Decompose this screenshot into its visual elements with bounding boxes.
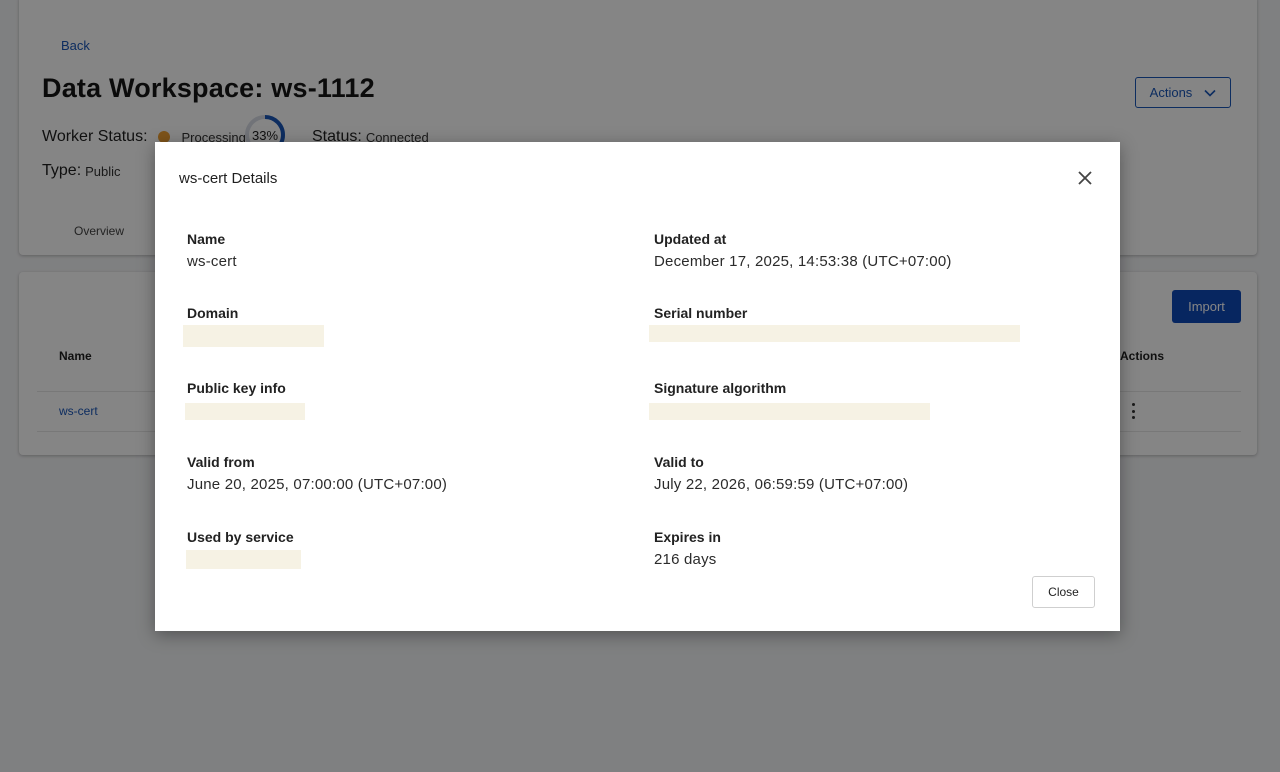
field-signature-algorithm: Signature algorithm — [654, 380, 1094, 396]
field-label: Expires in — [654, 529, 721, 545]
field-name: Name ws-cert — [187, 231, 627, 270]
field-public-key-info: Public key info — [187, 380, 627, 396]
close-button[interactable]: Close — [1032, 576, 1095, 608]
field-label: Public key info — [187, 380, 286, 396]
redacted-serial-number-value — [649, 325, 1020, 342]
modal-title: ws-cert Details — [179, 170, 278, 187]
field-label: Valid from — [187, 454, 255, 470]
field-valid-from: Valid from June 20, 2025, 07:00:00 (UTC+… — [187, 454, 627, 493]
certificate-details-modal: ws-cert Details Name ws-cert Domain Publ… — [155, 142, 1120, 631]
redacted-used-by-value — [186, 550, 301, 569]
field-value: ws-cert — [187, 253, 237, 270]
redacted-signature-algorithm-value — [649, 403, 930, 420]
field-label: Signature algorithm — [654, 380, 787, 396]
field-label: Valid to — [654, 454, 704, 470]
field-label: Name — [187, 231, 226, 247]
close-icon[interactable] — [1075, 168, 1095, 188]
field-value: June 20, 2025, 07:00:00 (UTC+07:00) — [187, 476, 448, 493]
field-domain: Domain — [187, 305, 627, 321]
redacted-domain-value — [183, 325, 324, 347]
field-label: Updated at — [654, 231, 727, 247]
field-valid-to: Valid to July 22, 2026, 06:59:59 (UTC+07… — [654, 454, 1094, 493]
field-expires-in: Expires in 216 days — [654, 529, 1094, 568]
redacted-public-key-value — [185, 403, 305, 420]
field-serial-number: Serial number — [654, 305, 1094, 321]
field-label: Used by service — [187, 529, 294, 545]
field-used-by-service: Used by service — [187, 529, 627, 545]
field-value: 216 days — [654, 551, 717, 568]
field-updated-at: Updated at December 17, 2025, 14:53:38 (… — [654, 231, 1094, 270]
field-value: December 17, 2025, 14:53:38 (UTC+07:00) — [654, 253, 952, 270]
field-label: Serial number — [654, 305, 748, 321]
field-label: Domain — [187, 305, 239, 321]
field-value: July 22, 2026, 06:59:59 (UTC+07:00) — [654, 476, 909, 493]
